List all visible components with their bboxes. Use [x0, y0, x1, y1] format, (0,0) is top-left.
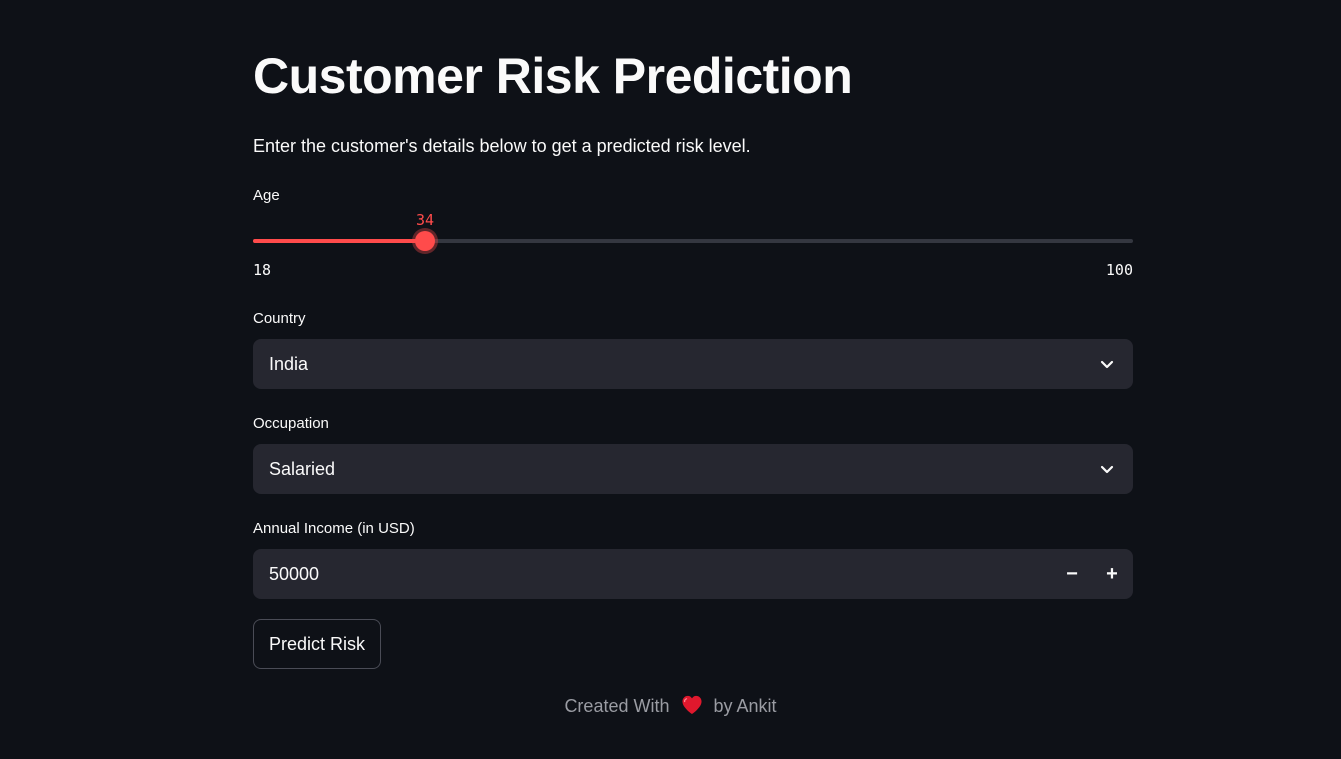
increment-button[interactable]: + — [1092, 549, 1132, 599]
page-subtitle: Enter the customer's details below to ge… — [253, 136, 751, 156]
country-select[interactable]: India — [253, 339, 1133, 389]
age-label: Age — [253, 187, 280, 204]
heart-icon — [681, 695, 702, 715]
age-slider-value: 34 — [415, 211, 435, 229]
income-label: Annual Income (in USD) — [253, 520, 415, 537]
page-title: Customer Risk Prediction — [253, 48, 853, 104]
occupation-selected-value: Salaried — [269, 459, 336, 479]
chevron-down-icon — [1100, 360, 1114, 369]
country-selected-value: India — [269, 354, 309, 374]
occupation-label: Occupation — [253, 415, 329, 432]
age-slider-min: 18 — [253, 261, 272, 279]
age-slider-max: 100 — [1105, 261, 1133, 279]
age-slider[interactable] — [253, 231, 1133, 251]
footer-suffix: by Ankit — [713, 696, 777, 716]
age-slider-fill — [253, 239, 425, 243]
age-slider-thumb[interactable] — [415, 231, 435, 251]
income-value[interactable]: 50000 — [269, 549, 319, 599]
footer-prefix: Created With — [564, 696, 670, 716]
predict-risk-button[interactable]: Predict Risk — [253, 619, 382, 669]
footer: Created With by Ankit — [0, 693, 1341, 719]
decrement-button[interactable]: − — [1052, 549, 1092, 599]
chevron-down-icon — [1100, 465, 1114, 474]
occupation-select[interactable]: Salaried — [253, 444, 1133, 494]
country-label: Country — [253, 310, 306, 327]
income-number-input[interactable]: 50000 − + — [253, 549, 1133, 599]
